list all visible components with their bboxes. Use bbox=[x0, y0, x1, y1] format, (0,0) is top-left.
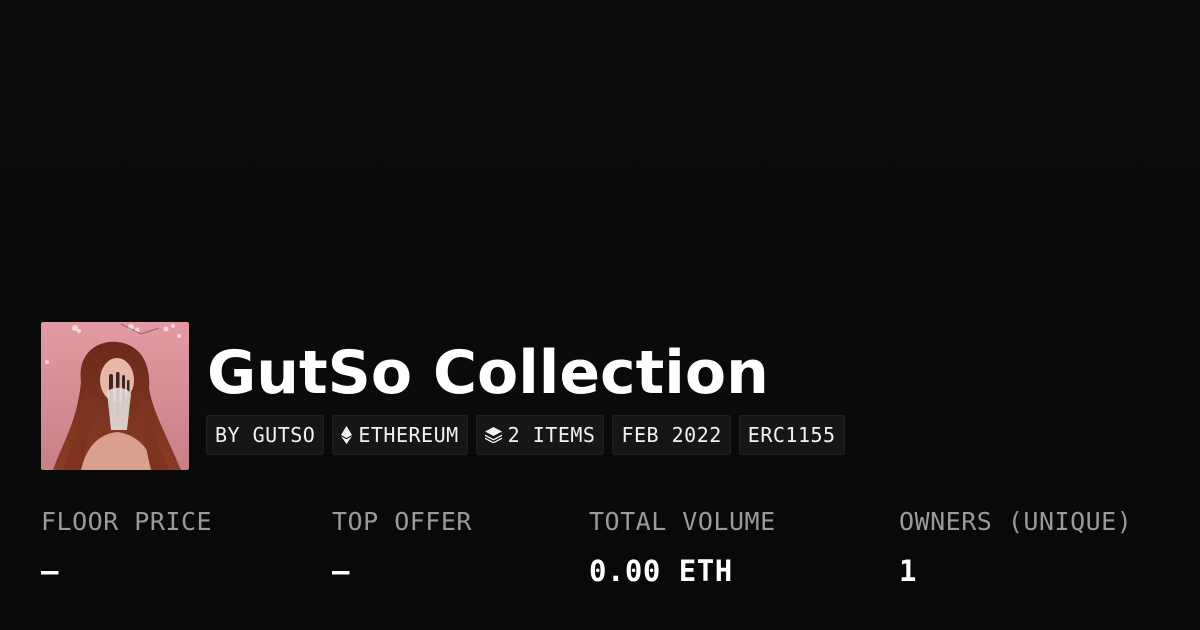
collection-title: GutSo Collection bbox=[207, 338, 769, 408]
ethereum-icon bbox=[341, 426, 353, 444]
items-tag: 2 ITEMS bbox=[475, 415, 605, 455]
stat-value: 1 bbox=[899, 554, 917, 588]
stat-value: 0.00 ETH bbox=[589, 554, 733, 588]
collection-avatar bbox=[41, 322, 189, 470]
stat-value: — bbox=[41, 554, 59, 588]
stat-label: FLOOR PRICE bbox=[41, 507, 213, 536]
token-standard-tag: ERC1155 bbox=[738, 415, 845, 455]
items-tag-label: 2 ITEMS bbox=[507, 423, 596, 447]
created-date-tag-label: FEB 2022 bbox=[621, 423, 722, 447]
stat-value: — bbox=[332, 554, 350, 588]
creator-tag-label: BY GUTSO bbox=[215, 423, 316, 447]
collection-tags: BY GUTSO ETHEREUM 2 ITEMS FEB 2022 ERC11… bbox=[206, 415, 845, 455]
portrait-image bbox=[41, 322, 189, 470]
stat-label: TOTAL VOLUME bbox=[589, 507, 776, 536]
chain-tag: ETHEREUM bbox=[332, 415, 468, 455]
chain-tag-label: ETHEREUM bbox=[358, 423, 459, 447]
creator-tag[interactable]: BY GUTSO bbox=[206, 415, 325, 455]
layers-icon bbox=[484, 427, 502, 443]
stat-label: OWNERS (UNIQUE) bbox=[899, 507, 1133, 536]
stat-label: TOP OFFER bbox=[332, 507, 472, 536]
collection-share-card: GutSo Collection BY GUTSO ETHEREUM 2 ITE… bbox=[0, 0, 1200, 630]
stat-floor-price: FLOOR PRICE — bbox=[41, 505, 212, 588]
stat-owners: OWNERS (UNIQUE) 1 bbox=[899, 505, 1132, 588]
created-date-tag: FEB 2022 bbox=[612, 415, 731, 455]
token-standard-tag-label: ERC1155 bbox=[747, 423, 836, 447]
stat-total-volume: TOTAL VOLUME 0.00 ETH bbox=[589, 505, 776, 588]
stat-top-offer: TOP OFFER — bbox=[332, 505, 472, 588]
